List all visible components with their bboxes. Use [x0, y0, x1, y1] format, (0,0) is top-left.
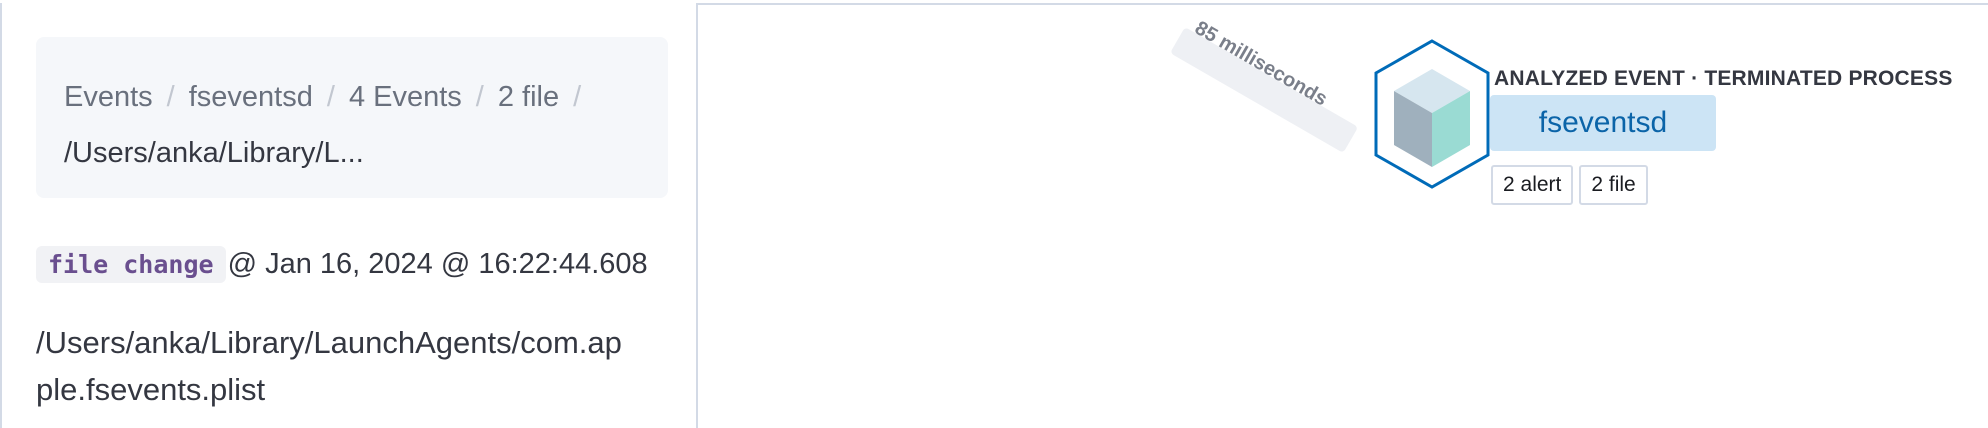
- event-detail-panel: Events / fseventsd / 4 Events / 2 file / /Users…: [0, 3, 698, 428]
- node-status-title: ANALYZED EVENT · TERMINATED PROCESS: [1494, 67, 1953, 90]
- process-graph[interactable]: 85 milliseconds ANALYZED EVENT · TERMINA…: [700, 5, 1988, 428]
- breadcrumb-event-type[interactable]: 2 file: [498, 81, 559, 113]
- file-count-badge[interactable]: 2 file: [1579, 165, 1648, 205]
- node-badges: 2 alert 2 file: [1491, 165, 1648, 205]
- breadcrumb-events[interactable]: Events: [64, 81, 153, 113]
- breadcrumb: Events / fseventsd / 4 Events / 2 file / /Users…: [36, 37, 668, 198]
- breadcrumb-separator: /: [573, 81, 582, 113]
- breadcrumb-process[interactable]: fseventsd: [189, 81, 313, 113]
- event-timestamp: @ Jan 16, 2024 @ 16:22:44.608: [227, 248, 648, 280]
- file-path: /Users/anka/Library/LaunchAgents/com.app…: [36, 325, 622, 407]
- breadcrumb-event-count[interactable]: 4 Events: [349, 81, 462, 113]
- node-name-button[interactable]: fseventsd: [1490, 95, 1716, 151]
- alert-count-badge[interactable]: 2 alert: [1491, 165, 1574, 205]
- breadcrumb-separator: /: [326, 81, 335, 113]
- breadcrumb-current: /Users/anka/Library/L...: [64, 137, 364, 169]
- event-type-tag: file change: [36, 246, 226, 283]
- cube-icon[interactable]: [1360, 35, 1490, 195]
- event-header: file change @ Jan 16, 2024 @ 16:22:44.60…: [36, 246, 648, 283]
- breadcrumb-separator: /: [166, 81, 175, 113]
- breadcrumb-separator: /: [475, 81, 484, 113]
